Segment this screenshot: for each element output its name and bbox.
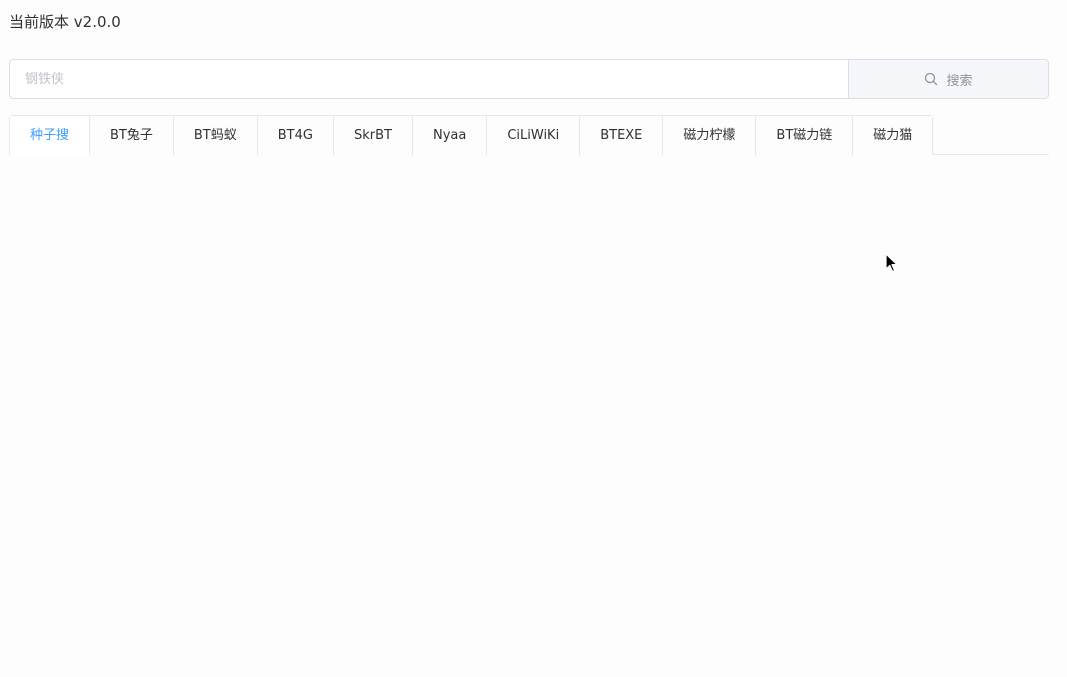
tab-cili-mao[interactable]: 磁力猫 <box>852 116 933 155</box>
source-tabs: 种子搜 BT兔子 BT蚂蚁 BT4G SkrBT Nyaa CiLiWiKi B… <box>9 115 1049 156</box>
tab-bt-mayi[interactable]: BT蚂蚁 <box>172 116 257 155</box>
tab-cili-ningmeng[interactable]: 磁力柠檬 <box>662 116 756 155</box>
tab-ciliwiki[interactable]: CiLiWiKi <box>486 116 580 155</box>
search-button-label: 搜索 <box>946 73 973 89</box>
search-input[interactable] <box>9 59 848 99</box>
search-button[interactable]: 搜索 <box>848 59 1049 99</box>
tab-bt-cililian[interactable]: BT磁力链 <box>755 116 853 155</box>
tab-bt-tuzi[interactable]: BT兔子 <box>89 116 173 155</box>
page: 当前版本 v2.0.0 搜索 种子搜 BT兔子 BT蚂蚁 BT4G SkrBT … <box>0 0 1067 677</box>
search-bar: 搜索 <box>9 59 1049 99</box>
mouse-cursor-icon <box>885 253 899 277</box>
tab-nyaa[interactable]: Nyaa <box>411 116 487 155</box>
tab-list: 种子搜 BT兔子 BT蚂蚁 BT4G SkrBT Nyaa CiLiWiKi B… <box>9 115 934 156</box>
tab-btexe[interactable]: BTEXE <box>579 116 663 155</box>
tab-skrbt[interactable]: SkrBT <box>332 116 412 155</box>
version-label: 当前版本 v2.0.0 <box>9 13 121 31</box>
tab-zhongzisou[interactable]: 种子搜 <box>10 116 90 156</box>
tab-bt4g[interactable]: BT4G <box>256 116 333 155</box>
search-icon <box>924 72 938 86</box>
